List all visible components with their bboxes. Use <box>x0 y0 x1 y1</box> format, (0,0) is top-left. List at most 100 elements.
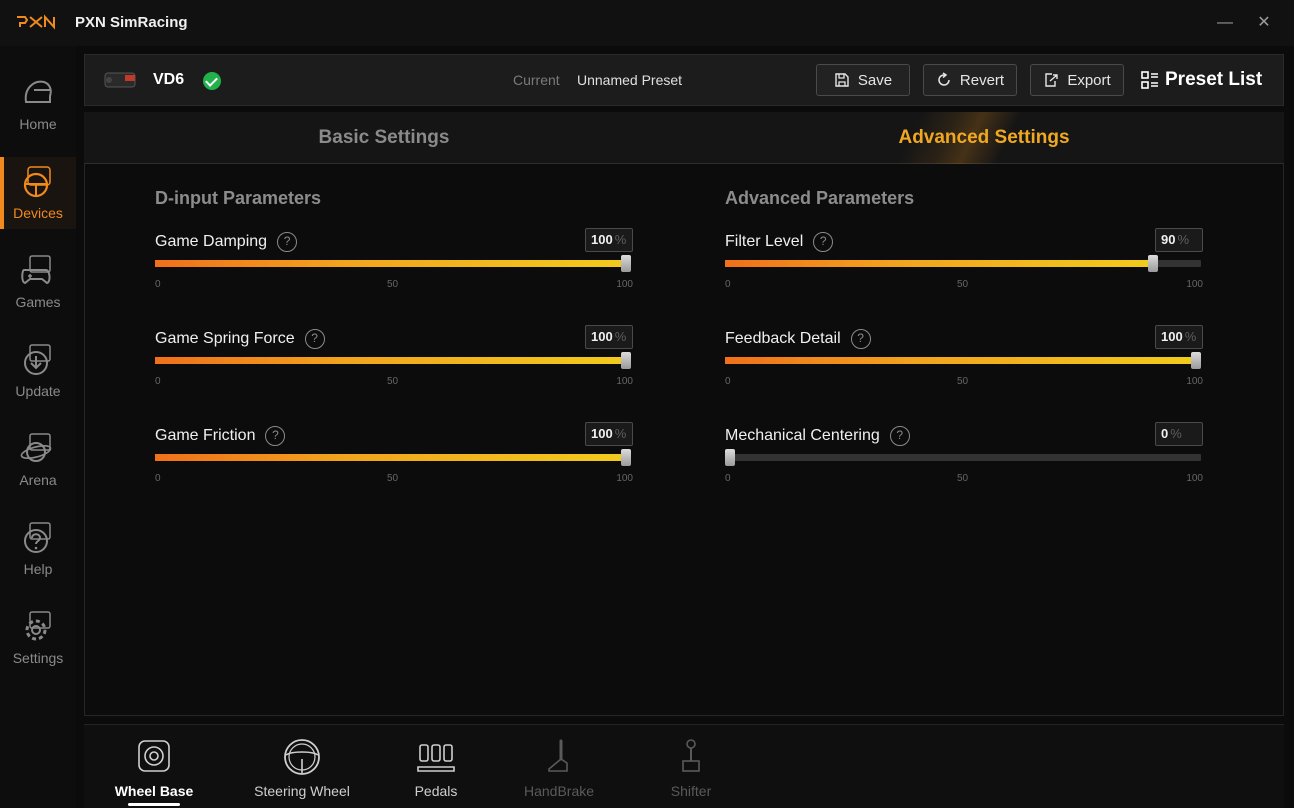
slider-thumb[interactable] <box>1191 352 1201 369</box>
param-feedback-detail: Feedback Detail? 100% 0 50 100 <box>725 325 1203 399</box>
sidebar-item-help[interactable]: Help <box>0 513 76 585</box>
tab-label: Pedals <box>414 783 458 799</box>
slider-thumb[interactable] <box>621 352 631 369</box>
sidebar-item-label: Help <box>23 561 53 577</box>
revert-icon <box>938 72 950 86</box>
helmet-icon <box>24 80 52 103</box>
value-input[interactable]: 100% <box>585 228 633 252</box>
tab-handbrake[interactable]: HandBrake <box>489 725 629 808</box>
sidebar-item-settings[interactable]: Settings <box>0 602 76 674</box>
tick-mid: 50 <box>957 376 969 387</box>
slider-fill <box>155 454 631 461</box>
tab-wheel-base[interactable]: Wheel Base <box>84 725 224 808</box>
sidebar: Home Devices Games Update Arena Help Set… <box>0 46 76 808</box>
value-input[interactable]: 100% <box>585 325 633 349</box>
param-label: Mechanical Centering <box>725 427 880 444</box>
sidebar-item-devices[interactable]: Devices <box>0 157 76 229</box>
settings-tabs: Basic Settings Advanced Settings <box>84 112 1284 164</box>
minimize-button[interactable]: — <box>1214 12 1236 34</box>
slider-thumb[interactable] <box>725 449 735 466</box>
tab-shifter[interactable]: Shifter <box>621 725 761 808</box>
tick-min: 0 <box>725 376 731 387</box>
param-game-spring-force: Game Spring Force? 100% 0 50 100 <box>155 325 633 399</box>
tick-min: 0 <box>155 376 161 387</box>
steering-wheel-icon <box>284 739 320 775</box>
param-label: Filter Level <box>725 233 804 250</box>
slider-track[interactable] <box>725 449 1201 466</box>
param-mechanical-centering: Mechanical Centering? 0% 0 50 100 <box>725 422 1203 496</box>
slider-thumb[interactable] <box>621 255 631 272</box>
title-bar: PXN SimRacing — ✕ <box>0 0 1294 46</box>
gamepad-icon <box>21 255 51 285</box>
app-title: PXN SimRacing <box>75 14 188 31</box>
param-label: Game Spring Force <box>155 330 295 347</box>
export-button[interactable]: Export <box>1030 64 1124 96</box>
sidebar-item-arena[interactable]: Arena <box>0 424 76 496</box>
value-input[interactable]: 100% <box>585 422 633 446</box>
help-icon[interactable]: ? <box>304 329 325 349</box>
tick-max: 100 <box>616 376 633 387</box>
tick-max: 100 <box>616 473 633 484</box>
preset-list-button[interactable]: Preset List <box>1141 69 1262 91</box>
device-header: VD6 Current Unnamed Preset Save Revert E… <box>84 54 1284 106</box>
export-icon <box>1045 73 1059 87</box>
save-button[interactable]: Save <box>816 64 910 96</box>
sidebar-item-home[interactable]: Home <box>0 68 76 140</box>
revert-button[interactable]: Revert <box>923 64 1017 96</box>
param-label: Game Friction <box>155 427 256 444</box>
tick-min: 0 <box>725 279 731 290</box>
value-input[interactable]: 100% <box>1155 325 1203 349</box>
help-icon[interactable]: ? <box>813 232 834 252</box>
grid-list-icon <box>1141 71 1158 89</box>
sidebar-item-update[interactable]: Update <box>0 335 76 407</box>
slider-fill <box>155 260 631 267</box>
check-circle-icon <box>203 72 221 90</box>
slider-thumb[interactable] <box>1148 255 1159 272</box>
sidebar-item-label: Settings <box>12 650 64 666</box>
wheel-base-icon <box>138 740 170 772</box>
slider-thumb[interactable] <box>621 449 631 466</box>
tick-mid: 50 <box>957 279 969 290</box>
tab-pedals[interactable]: Pedals <box>366 725 506 808</box>
steering-wheel-icon <box>23 166 51 198</box>
sidebar-item-label: Update <box>15 383 61 399</box>
slider-track[interactable] <box>725 255 1201 272</box>
sidebar-item-label: Home <box>19 116 57 132</box>
help-icon[interactable]: ? <box>850 329 871 349</box>
tab-label: HandBrake <box>523 783 595 799</box>
tab-advanced-settings[interactable]: Advanced Settings <box>684 112 1284 164</box>
tick-mid: 50 <box>387 376 399 387</box>
tick-min: 0 <box>155 279 161 290</box>
value-input[interactable]: 90% <box>1155 228 1203 252</box>
slider-track[interactable] <box>155 449 631 466</box>
slider-track[interactable] <box>155 255 631 272</box>
section-title-advanced: Advanced Parameters <box>725 188 915 208</box>
tick-mid: 50 <box>387 473 399 484</box>
close-button[interactable]: ✕ <box>1253 12 1275 34</box>
tick-min: 0 <box>725 473 731 484</box>
sidebar-item-games[interactable]: Games <box>0 246 76 318</box>
help-icon[interactable]: ? <box>265 426 286 446</box>
slider-track[interactable] <box>725 352 1201 369</box>
value-input[interactable]: 0% <box>1155 422 1203 446</box>
active-underline <box>128 803 180 806</box>
current-preset-name: Unnamed Preset <box>577 72 683 88</box>
revert-label: Revert <box>959 71 1005 89</box>
tab-label: Wheel Base <box>114 783 194 799</box>
slider-track[interactable] <box>155 352 631 369</box>
export-label: Export <box>1067 71 1111 89</box>
save-label: Save <box>857 71 893 89</box>
param-filter-level: Filter Level? 90% 0 50 100 <box>725 228 1203 302</box>
tab-steering-wheel[interactable]: Steering Wheel <box>232 725 372 808</box>
tab-label: Steering Wheel <box>254 783 350 799</box>
handbrake-icon <box>548 739 568 772</box>
tab-basic-settings[interactable]: Basic Settings <box>84 112 684 164</box>
tab-label: Shifter <box>670 783 712 799</box>
help-icon[interactable]: ? <box>889 426 910 446</box>
slider-fill <box>725 260 1154 267</box>
wheel-base-image <box>104 72 136 88</box>
pxn-logo-icon <box>17 14 55 30</box>
help-icon[interactable]: ? <box>277 232 298 252</box>
floppy-icon <box>835 73 849 87</box>
section-title-dinput: D-input Parameters <box>155 188 322 208</box>
